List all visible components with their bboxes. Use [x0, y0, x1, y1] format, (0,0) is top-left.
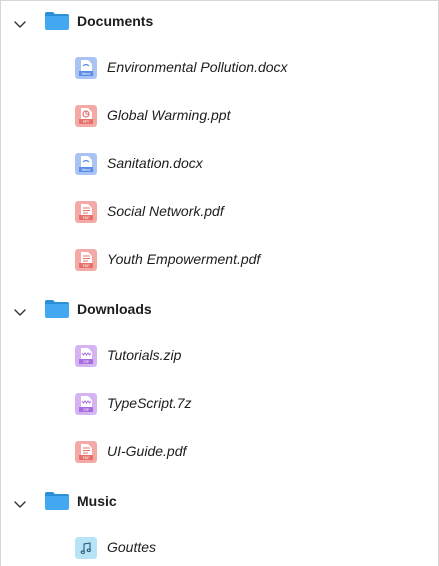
tree-file-item[interactable]: ZIP Tutorials.zip [1, 333, 438, 381]
folder-icon [45, 12, 69, 30]
tree-file-item[interactable]: Word Environmental Pollution.docx [1, 45, 438, 93]
word-doc-icon: Word [75, 153, 97, 175]
file-type-label: ZIP [83, 360, 89, 364]
folder-icon [45, 492, 69, 510]
file-label: Social Network.pdf [107, 203, 224, 219]
tree-file-item[interactable]: ZIP TypeScript.7z [1, 381, 438, 429]
file-label: UI-Guide.pdf [107, 443, 187, 459]
file-type-label: Word [82, 168, 91, 172]
folder-label: Downloads [77, 301, 152, 317]
folder-icon [45, 300, 69, 318]
chevron-down-icon[interactable] [12, 304, 28, 320]
chevron-down-icon[interactable] [12, 16, 28, 32]
file-type-label: PPT [83, 120, 90, 124]
folder-label: Music [77, 493, 117, 509]
tree-folder-downloads[interactable]: Downloads [1, 289, 438, 337]
file-label: TypeScript.7z [107, 395, 192, 411]
file-type-label: Word [82, 72, 91, 76]
powerpoint-icon: PPT [75, 105, 97, 127]
tree-file-item[interactable]: Word Sanitation.docx [1, 141, 438, 189]
file-type-label: PDF [83, 456, 90, 460]
word-doc-icon: Word [75, 57, 97, 79]
file-type-label: ZIP [83, 408, 89, 412]
file-tree: Documents Word Environmental Pollution.d… [0, 0, 439, 566]
chevron-down-icon[interactable] [12, 496, 28, 512]
zip-icon: ZIP [75, 393, 97, 415]
tree-file-item[interactable]: PDF UI-Guide.pdf [1, 429, 438, 477]
file-type-label: PDF [83, 216, 90, 220]
tree-file-item[interactable]: PPT Global Warming.ppt [1, 93, 438, 141]
pdf-icon: PDF [75, 201, 97, 223]
tree-file-item[interactable]: Gouttes [1, 525, 438, 566]
file-label: Environmental Pollution.docx [107, 59, 288, 75]
file-label: Gouttes [107, 539, 157, 555]
tree-file-item[interactable]: PDF Youth Empowerment.pdf [1, 237, 438, 285]
file-label: Youth Empowerment.pdf [107, 251, 261, 267]
tree-folder-documents[interactable]: Documents [1, 1, 438, 49]
pdf-icon: PDF [75, 249, 97, 271]
file-type-label: PDF [83, 264, 90, 268]
tree-file-item[interactable]: PDF Social Network.pdf [1, 189, 438, 237]
pdf-icon: PDF [75, 441, 97, 463]
file-label: Sanitation.docx [107, 155, 203, 171]
zip-icon: ZIP [75, 345, 97, 367]
folder-label: Documents [77, 13, 154, 29]
music-icon [75, 537, 97, 559]
tree-folder-music[interactable]: Music [1, 481, 438, 529]
file-label: Global Warming.ppt [107, 107, 231, 123]
file-label: Tutorials.zip [107, 347, 182, 363]
